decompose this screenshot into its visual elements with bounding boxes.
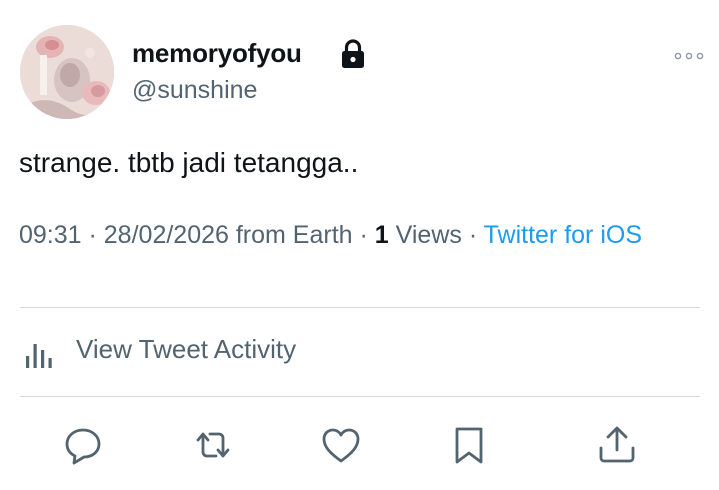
bookmark-icon [455, 427, 483, 464]
retweet-button[interactable] [192, 424, 234, 466]
bookmark-button[interactable] [448, 424, 490, 466]
more-options-icon[interactable] [674, 50, 704, 62]
lock-icon [342, 39, 364, 68]
share-button[interactable] [596, 424, 638, 466]
tweet-date[interactable]: 28/02/2026 [104, 221, 229, 249]
meta-separator: · [81, 221, 104, 249]
meta-separator: · [352, 221, 375, 249]
share-icon [599, 426, 635, 463]
handle[interactable]: @sunshine [132, 76, 257, 105]
like-icon [322, 428, 360, 463]
divider [20, 396, 700, 397]
tweet-text: strange. tbtb jadi tetangga.. [19, 147, 359, 178]
views-label[interactable]: Views [389, 221, 462, 249]
display-name[interactable]: memoryofyou [132, 38, 302, 69]
like-button[interactable] [320, 424, 362, 466]
analytics-icon[interactable] [24, 338, 60, 370]
avatar-image [20, 25, 114, 119]
views-count[interactable]: 1 [375, 221, 389, 249]
tweet-meta: 09:31 · 28/02/2026 from Earth · 1 Views … [19, 219, 689, 252]
reply-icon [65, 428, 101, 465]
view-tweet-activity-link[interactable]: View Tweet Activity [76, 334, 296, 365]
tweet-location: from Earth [228, 221, 353, 249]
divider [20, 307, 700, 308]
avatar[interactable] [20, 25, 114, 119]
tweet-time[interactable]: 09:31 [19, 221, 82, 249]
meta-separator: · [461, 221, 484, 249]
tweet-source-link[interactable]: Twitter for iOS [484, 221, 642, 249]
retweet-icon [196, 432, 230, 458]
reply-button[interactable] [62, 424, 104, 466]
